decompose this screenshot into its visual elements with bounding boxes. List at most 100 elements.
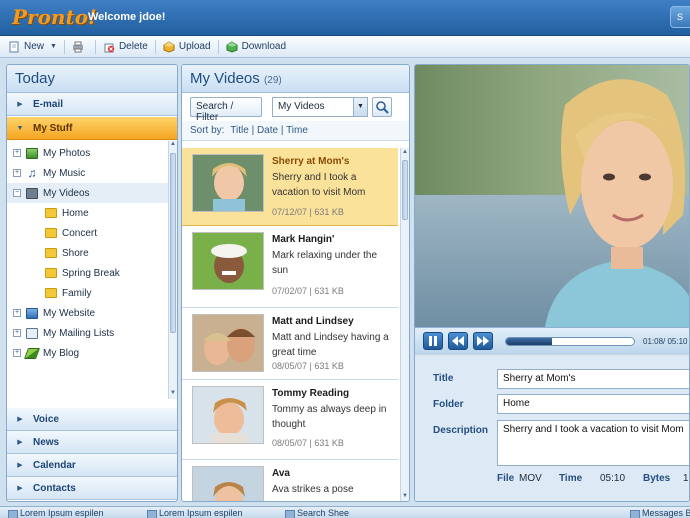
delete-button[interactable]: Delete: [99, 38, 152, 56]
filter-bar: Search / Filter My Videos ▼: [182, 93, 409, 123]
video-title: Sherry at Mom's: [272, 156, 350, 167]
music-note-icon: ♫: [27, 165, 37, 180]
search-filter-button[interactable]: Search / Filter: [190, 97, 262, 123]
chevron-right-icon: ▶: [17, 439, 23, 446]
video-list-item[interactable]: Tommy Reading Tommy as always deep in th…: [182, 380, 398, 460]
tree-item-my-blog[interactable]: + My Blog: [7, 343, 177, 363]
expand-icon[interactable]: +: [13, 149, 21, 157]
tree-item-my-website[interactable]: + My Website: [7, 303, 177, 323]
video-thumbnail: [192, 466, 264, 501]
taskbar-item[interactable]: Messages Bu: [628, 508, 690, 518]
print-button[interactable]: [68, 38, 92, 56]
playback-progress-bar[interactable]: [505, 337, 635, 346]
accordion-email[interactable]: ▶ E-mail: [7, 93, 177, 116]
today-title: Today: [7, 65, 177, 93]
accordion-contacts[interactable]: ▶ Contacts: [7, 477, 177, 500]
upload-button[interactable]: Upload: [159, 38, 215, 56]
scroll-up-icon[interactable]: ▲: [169, 141, 177, 150]
folder-field[interactable]: Home: [497, 394, 689, 414]
video-frame[interactable]: [415, 65, 689, 327]
taskbar-item[interactable]: Lorem Ipsum espilen: [6, 508, 104, 518]
progress-fill: [506, 338, 553, 345]
accordion-news[interactable]: ▶ News: [7, 431, 177, 454]
chevron-right-icon: ▶: [17, 101, 23, 108]
accordion-my-stuff[interactable]: ▼ My Stuff: [7, 117, 177, 140]
video-list-item[interactable]: Ava Ava strikes a pose: [182, 460, 398, 501]
expand-icon[interactable]: +: [13, 349, 21, 357]
folder-icon: [45, 228, 57, 238]
collapse-icon[interactable]: −: [13, 189, 21, 197]
scroll-up-icon[interactable]: ▲: [401, 149, 409, 158]
mailing-list-icon: [26, 327, 38, 339]
sort-by-title[interactable]: Title: [230, 125, 249, 136]
folder-icon: [45, 268, 57, 278]
tree-folder-family[interactable]: Family: [7, 283, 177, 303]
tree-item-my-photos[interactable]: + My Photos: [7, 143, 177, 163]
toolbar: New ▼ Delete Upload Download: [0, 36, 690, 58]
accordion-voice[interactable]: ▶ Voice: [7, 408, 177, 431]
rewind-button[interactable]: [448, 332, 468, 350]
expand-icon[interactable]: +: [13, 329, 21, 337]
tree-item-my-music[interactable]: + ♫ My Music: [7, 163, 177, 183]
sort-by-time[interactable]: Time: [286, 125, 308, 136]
accordion-label: Contacts: [33, 482, 76, 494]
video-title: Mark Hangin': [272, 234, 335, 245]
accordion-label: Calendar: [33, 459, 76, 471]
chevron-down-icon[interactable]: ▼: [353, 98, 367, 116]
pause-button[interactable]: [423, 332, 443, 350]
pause-icon: [429, 336, 437, 346]
accordion-calendar[interactable]: ▶ Calendar: [7, 454, 177, 477]
tree-folder-concert[interactable]: Concert: [7, 223, 177, 243]
video-thumbnail: [192, 154, 264, 212]
scroll-down-icon[interactable]: ▼: [169, 390, 177, 399]
sort-by-date[interactable]: Date: [257, 125, 278, 136]
video-title: Ava: [272, 468, 290, 479]
description-field[interactable]: Sherry and I took a vacation to visit Mo…: [497, 420, 689, 466]
my-stuff-tree: + My Photos + ♫ My Music − My Videos Hom…: [7, 141, 177, 399]
expand-icon[interactable]: +: [13, 169, 21, 177]
scroll-down-icon[interactable]: ▼: [401, 493, 409, 501]
file-value: MOV: [519, 473, 542, 484]
upload-label: Upload: [178, 41, 211, 52]
folder-icon: [45, 288, 57, 298]
file-label: File: [497, 473, 515, 484]
top-right-button[interactable]: S: [670, 6, 690, 28]
new-button[interactable]: New ▼: [4, 38, 61, 56]
tree-label: Shore: [62, 247, 89, 259]
search-icon: [376, 101, 389, 114]
video-description: Matt and Lindsey having a great time: [272, 332, 389, 358]
tree-folder-shore[interactable]: Shore: [7, 243, 177, 263]
tree-label: My Blog: [43, 347, 80, 359]
playback-controls: 01:08/ 05:10: [415, 327, 689, 355]
title-field[interactable]: Sherry at Mom's: [497, 369, 689, 389]
today-panel: Today ▶ E-mail ▼ My Stuff + My Photos + …: [6, 64, 178, 502]
video-list-item[interactable]: Sherry at Mom's Sherry and I took a vaca…: [182, 148, 398, 226]
scroll-thumb[interactable]: [402, 160, 408, 220]
folder-icon: [45, 208, 57, 218]
tree-label: Spring Break: [62, 267, 120, 279]
fast-forward-button[interactable]: [473, 332, 493, 350]
taskbar-item[interactable]: Search Shee: [283, 508, 349, 518]
video-description: Sherry and I took a vacation to visit Mo…: [272, 172, 366, 198]
video-details-form: Title Sherry at Mom's Folder Home Descri…: [415, 355, 689, 501]
video-list-item[interactable]: Matt and Lindsey Matt and Lindsey having…: [182, 308, 398, 380]
video-meta: 07/12/07 | 631 KB: [272, 207, 344, 217]
chevron-right-icon: ▶: [17, 485, 23, 492]
photo-icon: [26, 147, 38, 159]
expand-icon[interactable]: +: [13, 309, 21, 317]
app-logo[interactable]: Pronto!: [12, 5, 97, 29]
scroll-thumb[interactable]: [170, 153, 176, 333]
tree-scrollbar[interactable]: ▲ ▼: [168, 141, 177, 399]
folder-select[interactable]: My Videos ▼: [272, 97, 368, 117]
tree-item-my-mailing-lists[interactable]: + My Mailing Lists: [7, 323, 177, 343]
video-list-scrollbar[interactable]: ▲ ▼: [400, 148, 409, 501]
download-button[interactable]: Download: [222, 38, 290, 56]
tree-folder-home[interactable]: Home: [7, 203, 177, 223]
chevron-down-icon[interactable]: ▼: [50, 43, 57, 50]
search-button[interactable]: [372, 97, 392, 117]
video-meta: 08/05/07 | 631 KB: [272, 438, 344, 448]
video-list-item[interactable]: Mark Hangin' Mark relaxing under the sun…: [182, 226, 398, 308]
tree-item-my-videos[interactable]: − My Videos: [7, 183, 177, 203]
taskbar-item[interactable]: Lorem Ipsum espilen: [145, 508, 243, 518]
tree-folder-spring-break[interactable]: Spring Break: [7, 263, 177, 283]
